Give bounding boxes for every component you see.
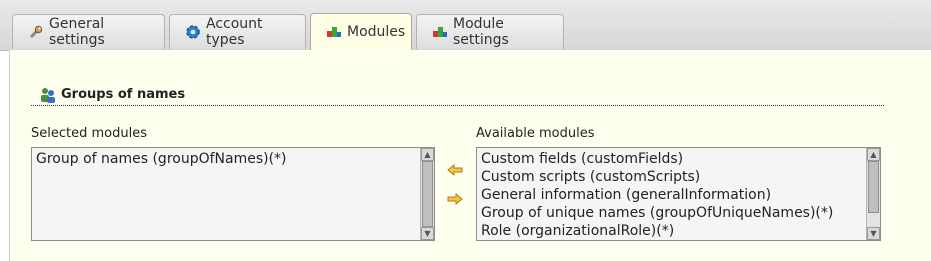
tab-account-types[interactable]: Account types — [169, 14, 306, 49]
scroll-down-button[interactable]: ▼ — [421, 227, 434, 240]
tab-label: General settings — [49, 16, 105, 48]
available-modules-list[interactable]: Custom fields (customFields) Custom scri… — [476, 147, 881, 241]
tab-bar: General settings Account types Modules M… — [0, 0, 931, 51]
tab-general-settings[interactable]: General settings — [12, 14, 165, 49]
wrench-icon — [27, 23, 45, 41]
tab-label: Modules — [347, 24, 406, 40]
selected-modules-list[interactable]: Group of names (groupOfNames)(*) ▲ ▼ — [31, 147, 435, 241]
selected-modules-label: Selected modules — [31, 126, 147, 141]
gear-icon — [184, 23, 202, 41]
tab-label: Module settings — [453, 16, 509, 48]
tab-label: Account types — [206, 16, 263, 48]
scrollbar[interactable]: ▲ ▼ — [420, 148, 434, 240]
modules-icon — [431, 23, 449, 41]
scroll-up-button[interactable]: ▲ — [867, 148, 880, 161]
group-title: Groups of names — [61, 87, 186, 102]
add-module-arrow[interactable] — [446, 191, 464, 207]
group-heading: Groups of names — [31, 84, 884, 106]
scroll-thumb[interactable] — [868, 161, 879, 213]
list-item[interactable]: General information (generalInformation) — [481, 186, 876, 204]
group-users-icon — [39, 86, 57, 104]
scroll-up-button[interactable]: ▲ — [421, 148, 434, 161]
tab-modules[interactable]: Modules — [310, 13, 412, 50]
list-item[interactable]: Group of names (groupOfNames)(*) — [36, 150, 430, 168]
scroll-down-button[interactable]: ▼ — [867, 227, 880, 240]
list-item[interactable]: Custom fields (customFields) — [481, 150, 876, 168]
list-item[interactable]: Role (organizationalRole)(*) — [481, 222, 876, 240]
remove-module-arrow[interactable] — [446, 162, 464, 178]
available-modules-label: Available modules — [476, 126, 595, 141]
list-item[interactable]: Group of unique names (groupOfUniqueName… — [481, 204, 876, 222]
scrollbar[interactable]: ▲ ▼ — [866, 148, 880, 240]
list-item[interactable]: Custom scripts (customScripts) — [481, 168, 876, 186]
modules-icon — [325, 23, 343, 41]
tab-module-settings[interactable]: Module settings — [416, 14, 564, 49]
scroll-thumb[interactable] — [422, 161, 433, 227]
